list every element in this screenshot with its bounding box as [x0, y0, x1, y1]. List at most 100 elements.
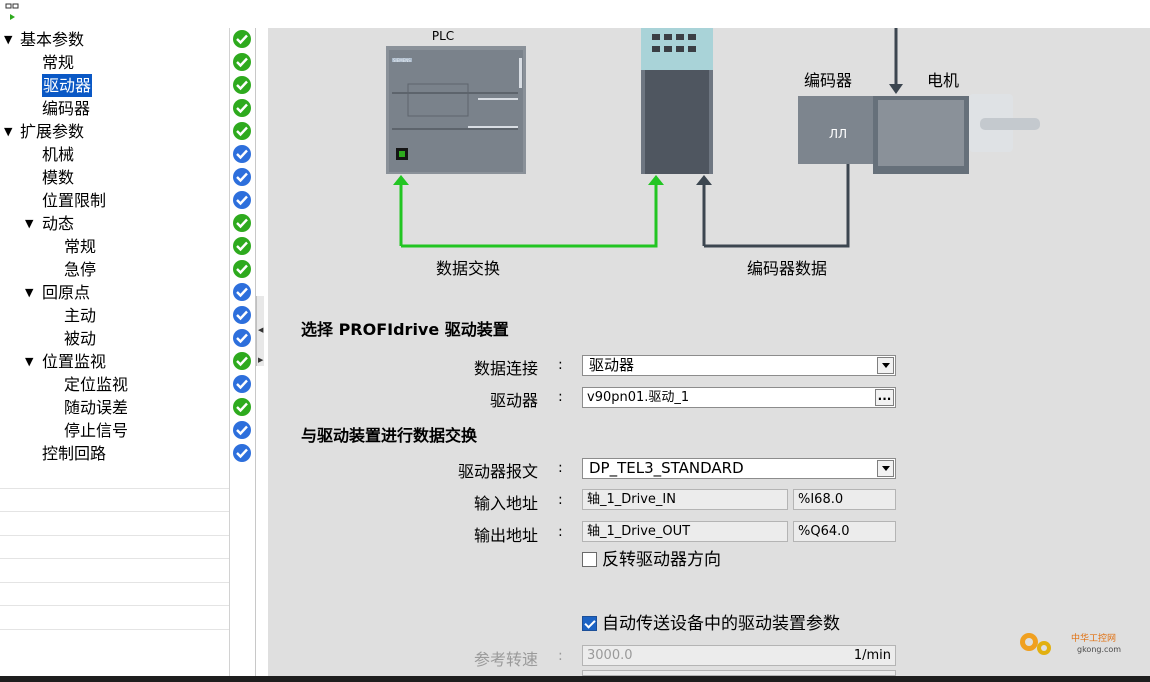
tree-item[interactable]: 控制回路	[0, 442, 251, 465]
tree-item[interactable]: 被动	[0, 327, 251, 350]
plc-brand: SIEMENS	[393, 58, 411, 63]
drive-label: 驱动器	[489, 391, 538, 410]
tree-item[interactable]: 急停	[0, 258, 251, 281]
splitter-handle[interactable]: ◀ ▶	[256, 296, 264, 366]
tree-item-label: 常规	[42, 53, 75, 72]
status-info-icon	[233, 444, 251, 462]
tree-item[interactable]: 驱动器	[0, 74, 251, 97]
watermark-brand: 中华工控网	[1071, 632, 1116, 644]
status-info-icon	[233, 145, 251, 163]
empty-row	[0, 606, 230, 630]
data-exchange-label: 数据交换	[436, 259, 500, 278]
tree-item[interactable]: 随动误差	[0, 396, 251, 419]
tree-item-label: 位置限制	[42, 191, 107, 210]
status-info-icon	[233, 306, 251, 324]
checkbox-unchecked-icon[interactable]	[582, 552, 597, 567]
tree-item-label: 常规	[64, 237, 97, 256]
output-address-value: %Q64.0	[793, 521, 896, 542]
data-connection-select[interactable]: 驱动器	[582, 355, 896, 376]
plc-label: PLC	[432, 29, 454, 43]
motor-image: ЛЛ	[798, 94, 1040, 174]
status-ok-icon	[233, 76, 251, 94]
collapse-left-icon[interactable]: ◀	[258, 326, 263, 334]
output-address-tag: 轴_1_Drive_OUT	[582, 521, 788, 542]
tree-item[interactable]: 主动	[0, 304, 251, 327]
tree-item-label: 控制回路	[42, 444, 107, 463]
tree-item[interactable]: 常规	[0, 51, 251, 74]
colon: :	[558, 524, 563, 540]
chevron-down-icon[interactable]	[877, 460, 894, 477]
drive-settings-panel: PLC SIEMENS 编码器 电机 ЛЛ 数据交换 编码器数据 选择 PROF…	[268, 28, 1150, 676]
status-info-icon	[233, 168, 251, 186]
tree-item[interactable]: 机械	[0, 143, 251, 166]
gear-icon	[1020, 633, 1051, 655]
tree-item-label: 停止信号	[64, 421, 129, 440]
tree-item[interactable]: 模数	[0, 166, 251, 189]
expand-arrow-icon[interactable]: ▼	[25, 212, 33, 235]
title-strip	[0, 0, 1150, 28]
tree-item[interactable]: ▼ 基本参数	[0, 28, 251, 51]
tree-item[interactable]: 编码器	[0, 97, 251, 120]
status-info-icon	[233, 375, 251, 393]
section-select-drive: 选择 PROFIdrive 驱动装置	[301, 320, 509, 339]
project-tree-icon[interactable]	[5, 2, 21, 24]
data-connection-value: 驱动器	[589, 356, 635, 374]
empty-row	[0, 465, 230, 489]
tree-item[interactable]: ▼ 位置监视	[0, 350, 251, 373]
colon: :	[558, 648, 563, 664]
colon: :	[558, 492, 563, 508]
reference-speed-label: 参考转速	[473, 650, 538, 669]
tree-item[interactable]: 位置限制	[0, 189, 251, 212]
output-address-label: 输出地址	[473, 526, 538, 545]
browse-button[interactable]: ...	[875, 389, 894, 406]
tree-item-label: 随动误差	[64, 398, 129, 417]
watermark-site: gkong.com	[1077, 645, 1121, 654]
tree-item[interactable]: 停止信号	[0, 419, 251, 442]
plc-image: SIEMENS	[386, 46, 526, 174]
tree-item-label: 回原点	[42, 283, 91, 302]
watermark-logo: 中华工控网 gkong.com	[1020, 632, 1121, 655]
input-address-label: 输入地址	[473, 494, 538, 513]
empty-row	[0, 536, 230, 559]
tree-item[interactable]: ▼ 动态	[0, 212, 251, 235]
chevron-down-icon[interactable]	[877, 357, 894, 374]
auto-transfer-label: 自动传送设备中的驱动装置参数	[602, 614, 840, 634]
tree-item[interactable]: 定位监视	[0, 373, 251, 396]
tree-item-label: 模数	[42, 168, 75, 187]
expand-arrow-icon[interactable]: ▼	[25, 350, 33, 373]
expand-right-icon[interactable]: ▶	[258, 356, 263, 364]
checkbox-checked-icon[interactable]	[582, 616, 597, 631]
tree-item-label: 驱动器	[42, 74, 93, 97]
tree-item-label: 机械	[42, 145, 75, 164]
expand-arrow-icon[interactable]: ▼	[25, 281, 33, 304]
tree-item-label: 主动	[64, 306, 97, 325]
expand-arrow-icon[interactable]: ▼	[4, 28, 12, 51]
colon: :	[558, 357, 563, 373]
invert-direction-checkbox[interactable]: 反转驱动器方向	[582, 550, 721, 570]
tree-item-label: 基本参数	[20, 30, 85, 49]
tree-item[interactable]: 常规	[0, 235, 251, 258]
telegram-value: DP_TEL3_STANDARD	[589, 459, 744, 477]
tree-item[interactable]: ▼ 回原点	[0, 281, 251, 304]
expand-arrow-icon[interactable]: ▼	[4, 120, 12, 143]
colon: :	[558, 460, 563, 476]
empty-row	[0, 559, 230, 583]
motor-label: 电机	[927, 71, 959, 90]
tree-divider	[229, 28, 230, 676]
tree-item-label: 扩展参数	[20, 122, 85, 141]
empty-row	[0, 583, 230, 606]
auto-transfer-checkbox[interactable]: 自动传送设备中的驱动装置参数	[582, 614, 840, 634]
status-ok-icon	[233, 237, 251, 255]
input-address-tag: 轴_1_Drive_IN	[582, 489, 788, 510]
reference-speed-field: 3000.0 1/min	[582, 645, 896, 666]
drive-field[interactable]: v90pn01.驱动_1 ...	[582, 387, 896, 408]
status-ok-icon	[233, 122, 251, 140]
bottom-bar	[0, 676, 1150, 682]
encoder-label: 编码器	[804, 71, 852, 90]
parameter-tree: ▼ 基本参数 常规 驱动器 编码器 ▼ 扩展参数 机械 模数 位置限制 ▼ 动态 常规 急停 ▼ 回原点 主动被…	[0, 28, 258, 676]
tree-item-label: 急停	[64, 260, 97, 279]
status-ok-icon	[233, 99, 251, 117]
tree-item[interactable]: ▼ 扩展参数	[0, 120, 251, 143]
tree-item-label: 定位监视	[64, 375, 129, 394]
telegram-select[interactable]: DP_TEL3_STANDARD	[582, 458, 896, 479]
